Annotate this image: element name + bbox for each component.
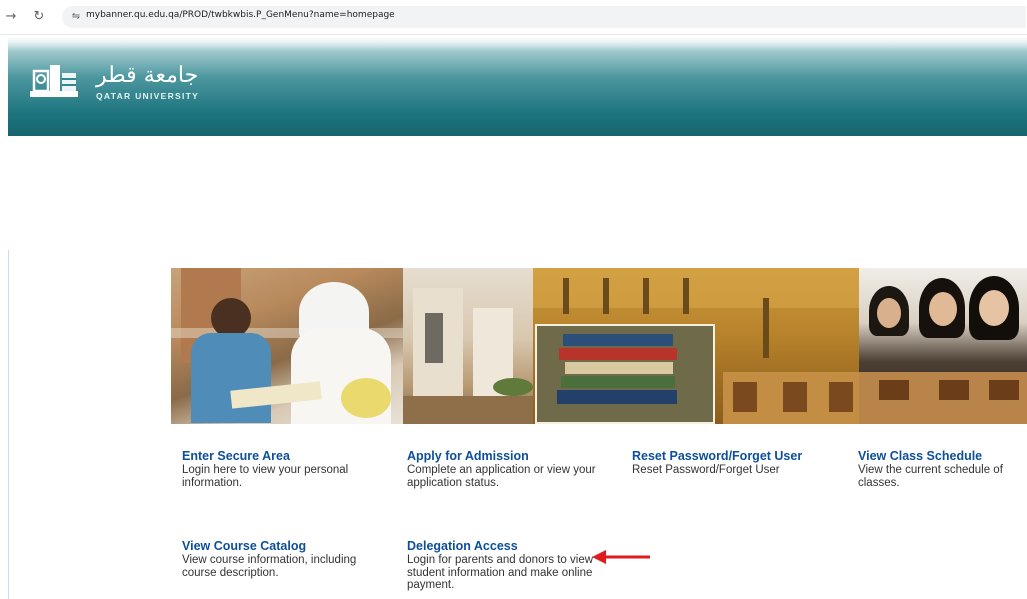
annotation-arrow-icon [592,550,650,564]
header-shine [8,37,1027,51]
site-header: جامعة قطر QATAR UNIVERSITY [8,37,1027,136]
view-course-catalog-description: View course information, including cours… [182,554,357,579]
logo-arabic-text: جامعة قطر [96,63,199,88]
enter-secure-area-description: Login here to view your personal informa… [182,464,349,489]
menu-item-reset-password: Reset Password/Forget User Reset Passwor… [632,449,822,477]
reload-icon[interactable]: ↻ [30,8,48,26]
apply-for-admission-description: Complete an application or view your app… [407,464,596,489]
menu-item-delegation-access: Delegation Access Login for parents and … [407,539,607,592]
content-divider [8,250,9,599]
reset-password-description: Reset Password/Forget User [632,464,780,476]
campus-building-photo [403,268,533,424]
view-course-catalog-link[interactable]: View Course Catalog [182,539,382,553]
site-info-icon[interactable]: ⇋ [68,9,84,25]
address-bar[interactable]: ⇋ mybanner.qu.edu.qa/PROD/twbkwbis.P_Gen… [62,6,1026,28]
url-text[interactable]: mybanner.qu.edu.qa/PROD/twbkwbis.P_GenMe… [86,10,395,20]
logo-english-text: QATAR UNIVERSITY [96,91,200,101]
delegation-access-description: Login for parents and donors to view stu… [407,554,594,591]
reset-password-link[interactable]: Reset Password/Forget User [632,449,822,463]
view-class-schedule-link[interactable]: View Class Schedule [858,449,1023,463]
menu-item-view-class-schedule: View Class Schedule View the current sch… [858,449,1023,489]
qatar-university-emblem-icon[interactable] [26,61,82,101]
delegation-access-link[interactable]: Delegation Access [407,539,607,553]
library-books-photo [533,268,859,424]
campus-photo-collage [171,268,1027,424]
menu-item-apply-for-admission: Apply for Admission Complete an applicat… [407,449,607,489]
browser-toolbar: → ↻ ⇋ mybanner.qu.edu.qa/PROD/twbkwbis.P… [0,0,1027,35]
arrow-right-icon[interactable]: → [2,8,20,26]
enter-secure-area-link[interactable]: Enter Secure Area [182,449,382,463]
apply-for-admission-link[interactable]: Apply for Admission [407,449,607,463]
menu-item-enter-secure-area: Enter Secure Area Login here to view you… [182,449,382,489]
menu-item-view-course-catalog: View Course Catalog View course informat… [182,539,382,579]
students-group-photo [859,268,1027,424]
view-class-schedule-description: View the current schedule of classes. [858,464,1003,489]
students-reading-photo [171,268,403,424]
